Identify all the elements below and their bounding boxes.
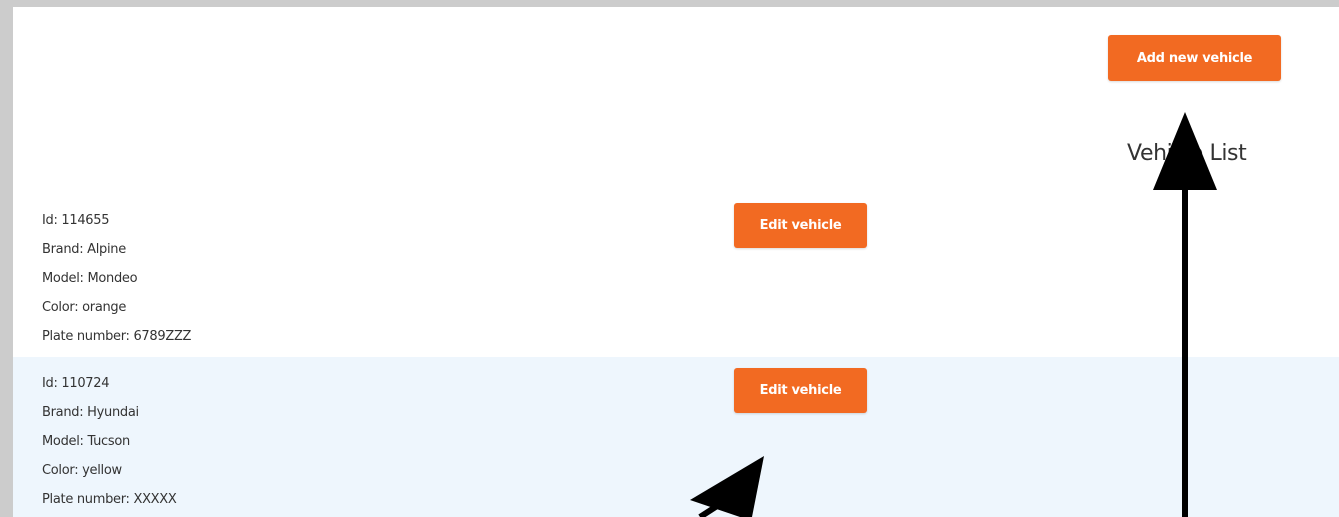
vehicle-plate-number: Plate number: 6789ZZZ	[42, 329, 192, 344]
vehicle-page: Add new vehicle Vehicle List Id: 114655 …	[13, 7, 1339, 517]
vehicle-details: Id: 114655 Brand: Alpine Model: Mondeo C…	[42, 206, 191, 351]
vehicle-model: Model: Mondeo	[42, 271, 138, 286]
vehicle-details: Id: 110724 Brand: Hyundai Model: Tucson …	[42, 369, 177, 514]
edit-vehicle-button[interactable]: Edit vehicle	[734, 368, 867, 413]
vehicle-plate-number: Plate number: XXXXX	[42, 492, 177, 507]
edit-vehicle-button[interactable]: Edit vehicle	[734, 203, 867, 248]
vehicle-id: Id: 114655	[42, 213, 110, 228]
page-title: Vehicle List	[1127, 141, 1247, 166]
vehicle-color: Color: yellow	[42, 463, 122, 478]
vehicle-brand: Brand: Alpine	[42, 242, 126, 257]
add-new-vehicle-button[interactable]: Add new vehicle	[1108, 35, 1281, 81]
vehicle-model: Model: Tucson	[42, 434, 130, 449]
vehicle-color: Color: orange	[42, 300, 127, 315]
vehicle-brand: Brand: Hyundai	[42, 405, 139, 420]
vehicle-row: Id: 114655 Brand: Alpine Model: Mondeo C…	[13, 200, 1339, 357]
vehicle-id: Id: 110724	[42, 376, 110, 391]
vehicle-row: Id: 110724 Brand: Hyundai Model: Tucson …	[13, 357, 1339, 517]
